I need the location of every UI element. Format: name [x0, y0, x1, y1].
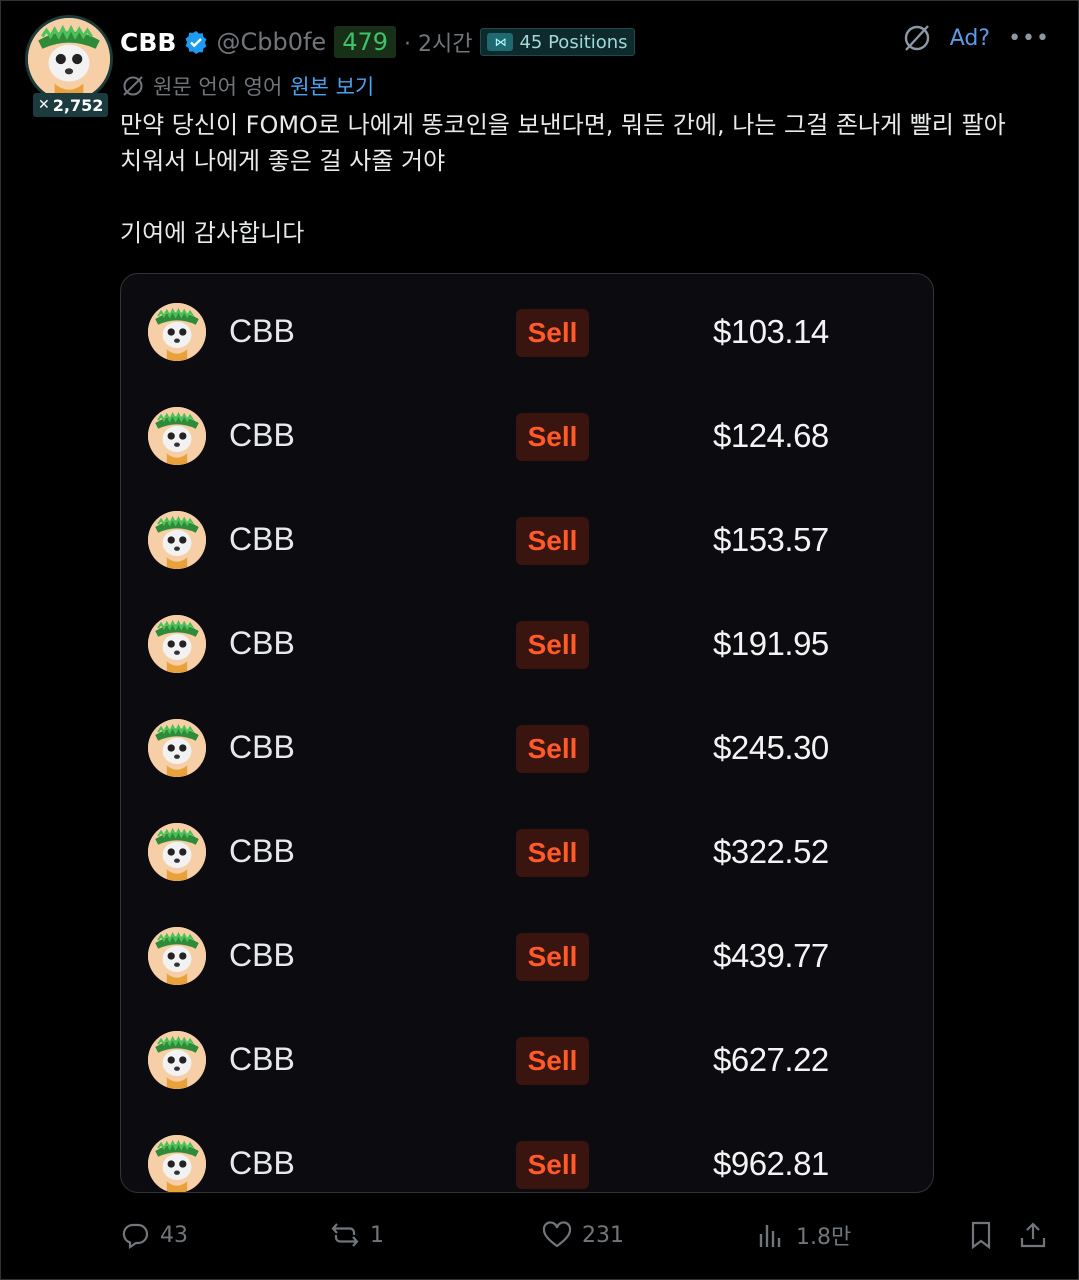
post-container: ✕ 2,752 CBB @Cbb0fe 479 · 2시간 ⋈ 45 Posit… — [0, 0, 1079, 1280]
coin-avatar — [148, 719, 206, 777]
repost-icon — [331, 1223, 359, 1247]
heart-icon — [542, 1221, 572, 1248]
show-original-link[interactable]: 원본 보기 — [290, 71, 374, 101]
trade-amount: $191.95 — [713, 625, 829, 662]
bookmark-icon — [971, 1221, 991, 1250]
trade-row: CBB Sell $627.22 — [121, 1005, 933, 1109]
like-button[interactable]: 231 — [542, 1213, 624, 1257]
x-icon: ✕ — [38, 97, 50, 113]
repost-button[interactable]: 1 — [330, 1213, 384, 1257]
repost-count: 1 — [370, 1222, 384, 1248]
views-chart-icon — [759, 1225, 781, 1247]
share-button[interactable] — [1018, 1213, 1048, 1257]
sell-badge: Sell — [516, 933, 589, 981]
reply-count: 43 — [160, 1222, 188, 1248]
trade-row: CBB Sell $245.30 — [121, 693, 933, 797]
trade-amount: $627.22 — [713, 1041, 829, 1078]
coin-avatar — [148, 1031, 206, 1089]
coin-avatar — [148, 511, 206, 569]
like-count: 231 — [582, 1222, 624, 1248]
translated-from-label: 원문 언어 영어 — [153, 75, 283, 99]
coin-name: CBB — [229, 729, 295, 765]
trade-row: CBB Sell $962.81 — [121, 1109, 933, 1192]
bookmark-button[interactable] — [966, 1213, 996, 1257]
coin-avatar — [148, 823, 206, 881]
sell-badge: Sell — [516, 1037, 589, 1085]
avatar-image — [28, 18, 110, 100]
post-text-line: 치워서 나에게 좋은 걸 사줄 거야 — [120, 147, 446, 175]
coin-name: CBB — [229, 937, 295, 973]
author-name[interactable]: CBB — [120, 28, 176, 57]
sell-badge: Sell — [516, 1141, 589, 1189]
coin-avatar — [148, 927, 206, 985]
ad-label[interactable]: Ad? — [950, 26, 990, 51]
trade-amount: $124.68 — [713, 417, 829, 454]
post-text-line: 만약 당신이 FOMO로 나에게 똥코인을 보낸다면, 뭐든 간에, 나는 그걸… — [120, 111, 1006, 139]
views-count: 1.8만 — [796, 1225, 852, 1250]
sell-badge: Sell — [516, 413, 589, 461]
positions-icon: ⋈ — [487, 33, 514, 51]
sell-badge: Sell — [516, 309, 589, 357]
positions-label: 45 Positions — [519, 31, 628, 53]
action-bar: 43 1 231 1.8만 — [120, 1213, 1060, 1257]
share-icon — [1020, 1222, 1046, 1248]
trade-row: CBB Sell $191.95 — [121, 589, 933, 693]
sell-badge: Sell — [516, 829, 589, 877]
trade-amount: $153.57 — [713, 521, 829, 558]
sell-badge: Sell — [516, 621, 589, 669]
post-time[interactable]: · 2시간 — [404, 26, 472, 58]
follower-count: 2,752 — [52, 95, 104, 115]
trade-amount: $245.30 — [713, 729, 829, 766]
trade-amount: $103.14 — [713, 313, 829, 350]
coin-name: CBB — [229, 521, 295, 557]
translation-notice: 원문 언어 영어 원본 보기 — [121, 71, 374, 101]
sell-badge: Sell — [516, 517, 589, 565]
trade-row: CBB Sell $439.77 — [121, 901, 933, 1005]
more-options-icon[interactable]: ••• — [1008, 26, 1050, 51]
trade-row: CBB Sell $124.68 — [121, 381, 933, 485]
verified-badge-icon — [185, 31, 207, 54]
trade-amount: $439.77 — [713, 937, 829, 974]
author-avatar[interactable] — [25, 15, 113, 103]
reply-icon — [122, 1223, 149, 1250]
header-actions: Ad? ••• — [902, 23, 1050, 53]
reply-button[interactable]: 43 — [120, 1213, 188, 1257]
sell-badge: Sell — [516, 725, 589, 773]
score-badge: 479 — [334, 26, 396, 58]
coin-avatar — [148, 303, 206, 361]
coin-name: CBB — [229, 833, 295, 869]
coin-avatar — [148, 615, 206, 673]
trade-amount: $962.81 — [713, 1145, 829, 1182]
post-header: CBB @Cbb0fe 479 · 2시간 ⋈ 45 Positions — [120, 23, 635, 61]
follower-badge: ✕ 2,752 — [33, 93, 109, 117]
coin-name: CBB — [229, 313, 295, 349]
trade-amount: $322.52 — [713, 833, 829, 870]
coin-name: CBB — [229, 417, 295, 453]
author-handle[interactable]: @Cbb0fe — [216, 28, 326, 56]
post-text-thanks: 기여에 감사합니다 — [120, 219, 305, 247]
positions-badge[interactable]: ⋈ 45 Positions — [480, 28, 635, 56]
translate-icon — [123, 76, 143, 96]
trade-row: CBB Sell $153.57 — [121, 485, 933, 589]
trade-row: CBB Sell $103.14 — [121, 277, 933, 381]
trade-card-image[interactable]: CBB Sell $103.14 CBB Sell $124.68 CBB Sell $153.… — [120, 273, 934, 1193]
post-text: 만약 당신이 FOMO로 나에게 똥코인을 보낸다면, 뭐든 간에, 나는 그걸… — [120, 107, 1050, 179]
coin-avatar — [148, 1135, 206, 1192]
trade-row: CBB Sell $322.52 — [121, 797, 933, 901]
coin-name: CBB — [229, 1145, 295, 1181]
coin-name: CBB — [229, 1041, 295, 1077]
grok-icon[interactable] — [902, 23, 932, 53]
views-button[interactable]: 1.8만 — [756, 1213, 851, 1257]
coin-name: CBB — [229, 625, 295, 661]
coin-avatar — [148, 407, 206, 465]
